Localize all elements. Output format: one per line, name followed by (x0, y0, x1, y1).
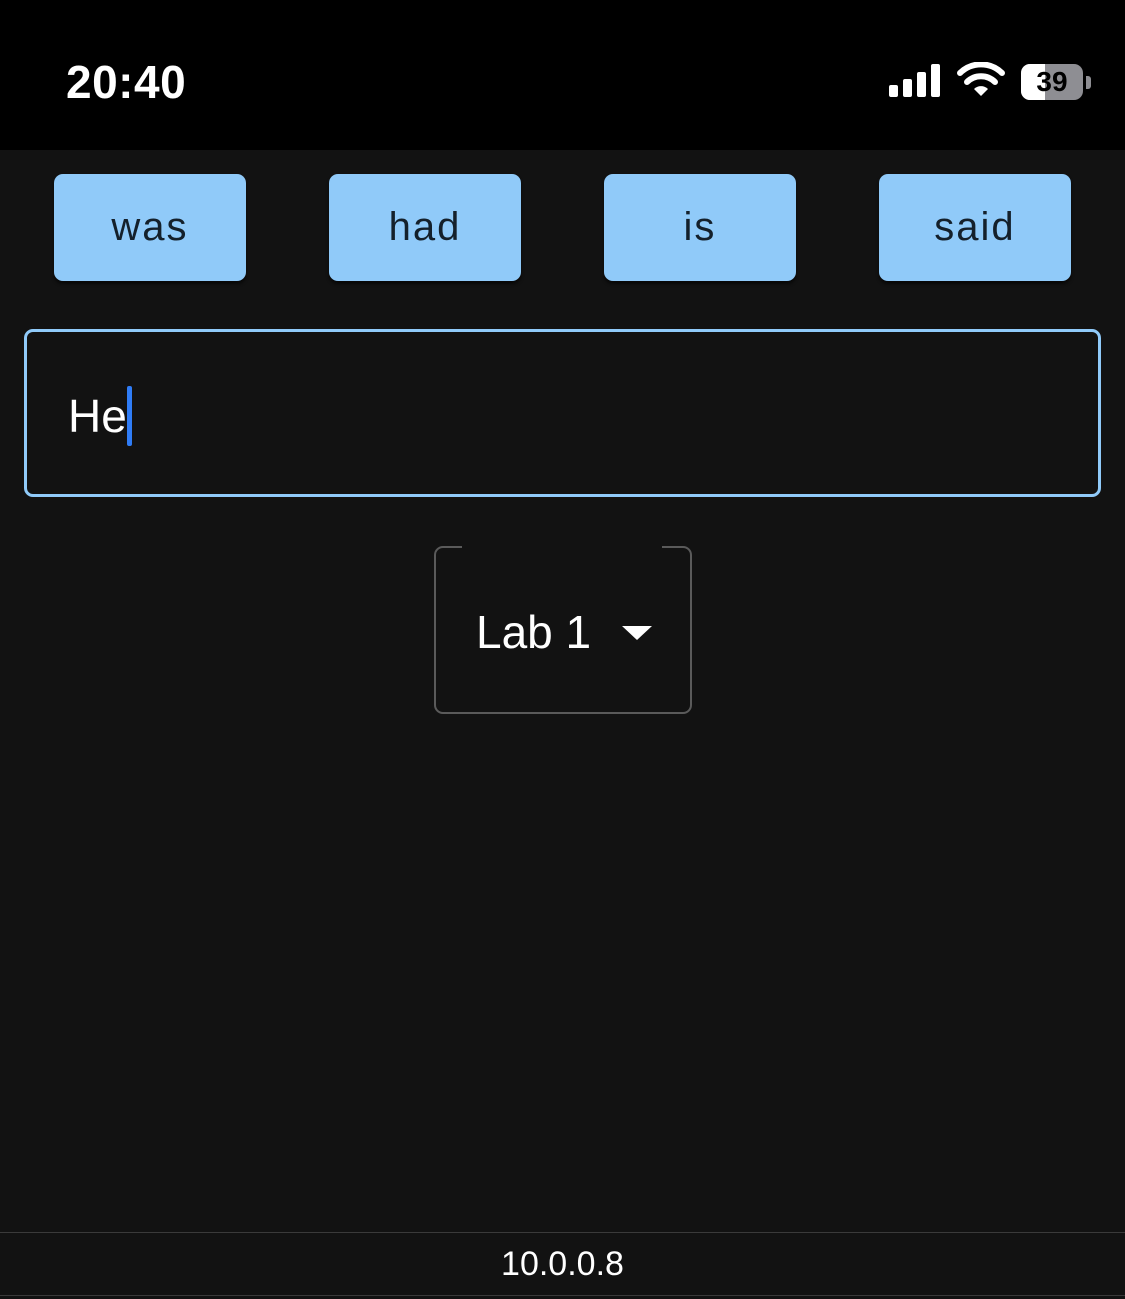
caret-down-icon (622, 626, 652, 640)
app-screen: 20:40 39 was had is said He Lab 1 10.0.0… (0, 0, 1125, 1299)
message-input-value: He (68, 390, 127, 442)
suggestion-button-is[interactable]: is (604, 174, 796, 281)
suggestion-button-was[interactable]: was (54, 174, 246, 281)
battery-indicator: 39 (1021, 64, 1091, 100)
battery-tip (1086, 75, 1091, 89)
message-input[interactable]: He (24, 329, 1101, 497)
dropdown-label-notch (462, 545, 662, 550)
suggestion-button-had[interactable]: had (329, 174, 521, 281)
lab-select-dropdown[interactable]: Lab 1 (434, 545, 692, 714)
server-address: 10.0.0.8 (501, 1245, 624, 1283)
footer: 10.0.0.8 (0, 1232, 1125, 1296)
status-icons: 39 (889, 60, 1091, 103)
battery-percentage: 39 (1036, 66, 1068, 97)
message-input-value-wrap: He (68, 386, 132, 446)
cellular-signal-icon (889, 63, 941, 102)
status-time: 20:40 (66, 56, 187, 108)
status-bar: 20:40 39 (0, 0, 1125, 150)
wifi-icon (957, 60, 1005, 103)
suggestion-button-said[interactable]: said (879, 174, 1071, 281)
battery-icon: 39 (1021, 64, 1083, 100)
dropdown-selected-value: Lab 1 (476, 606, 592, 658)
text-cursor (126, 386, 132, 446)
word-suggestions: was had is said (0, 174, 1125, 282)
